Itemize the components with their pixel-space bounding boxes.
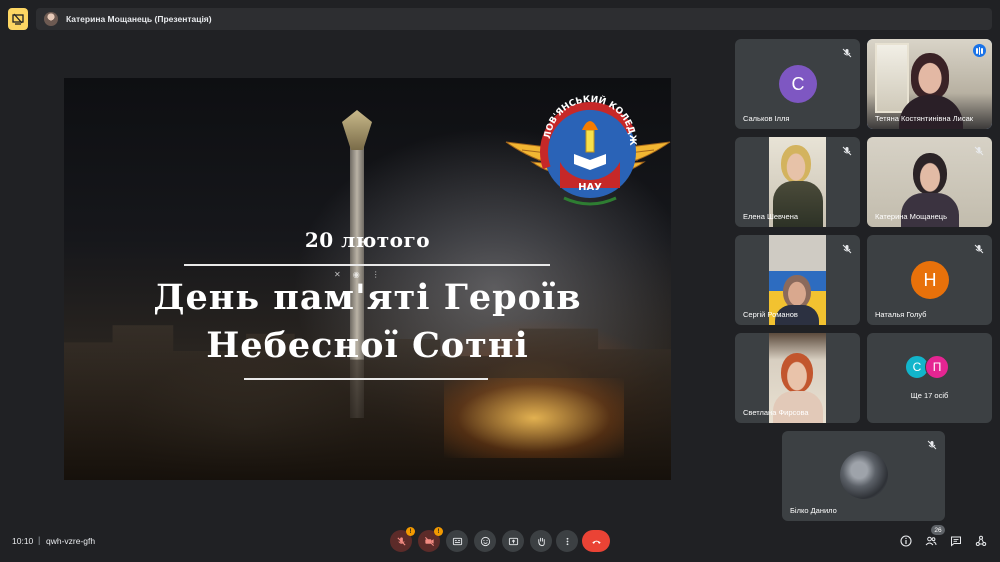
meeting-code: qwh-vzre-gfh [46, 536, 96, 546]
slide-divider-bottom [244, 378, 488, 380]
participant-face [911, 53, 949, 99]
mic-alert-badge: ! [406, 527, 415, 536]
mic-off-icon [842, 241, 854, 254]
presenter-bar[interactable]: Катерина Мощанець (Презентація) [36, 8, 992, 30]
college-logo: СЛОВ'ЯНСЬКИЙ КОЛЕДЖ НАУ [502, 90, 671, 206]
participant-name: Сальков Ілля [743, 114, 790, 123]
participant-avatar: Н [911, 261, 949, 299]
present-to-all-icon [508, 537, 518, 545]
participant-tile[interactable]: Н Наталья Голуб [867, 235, 992, 325]
participant-tile[interactable]: Сергій Романов [735, 235, 860, 325]
bottom-bar: 10:10 | qwh-vzre-gfh ! ! 26 [0, 525, 1000, 557]
activities-button[interactable] [973, 533, 989, 549]
separator: | [38, 535, 41, 545]
people-button[interactable] [923, 533, 939, 549]
info-icon [900, 535, 912, 547]
emoji-icon [480, 536, 490, 546]
presenter-label: Катерина Мощанець (Презентація) [66, 14, 212, 24]
participant-face [913, 153, 947, 195]
people-count-badge: 26 [931, 525, 945, 535]
more-vert-icon[interactable]: ⋮ [372, 270, 380, 279]
mic-off-icon [842, 143, 854, 156]
leave-call-button[interactable] [582, 530, 610, 552]
chat-icon [951, 536, 961, 547]
participant-name: Білко Данило [790, 506, 837, 515]
more-participants-tile[interactable]: С П Ще 17 осіб [867, 333, 992, 423]
participant-face [781, 353, 813, 393]
activities-icon [975, 535, 987, 546]
participant-body [901, 193, 959, 227]
participant-tile[interactable]: Катерина Мощанець [867, 137, 992, 227]
volume-icon[interactable]: ◉ [353, 270, 360, 279]
participant-name: Катерина Мощанець [875, 212, 948, 221]
participant-avatar: П [925, 355, 949, 379]
slide-title-line1: День пам'яті Героїв [153, 277, 582, 318]
presentation-slide: СЛОВ'ЯНСЬКИЙ КОЛЕДЖ НАУ 20 лютого День п… [64, 78, 671, 480]
slide-overlay-controls: ✕ ◉ ⋮ [334, 270, 380, 279]
chat-button[interactable] [948, 533, 964, 549]
top-bar: Катерина Мощанець (Презентація) [8, 8, 992, 30]
participant-name: Светлана Фирсова [743, 408, 809, 417]
slide-title: День пам'яті Героїв Небесної Сотні [64, 274, 671, 370]
window-background [875, 43, 909, 113]
mic-off-icon [974, 143, 986, 156]
fire-glow [444, 378, 624, 458]
participant-face [781, 145, 811, 183]
participant-tile[interactable]: С Сальков Ілля [735, 39, 860, 129]
mic-off-icon [842, 45, 854, 58]
participant-tile-speaking[interactable]: Тетяна Костянтинівна Лисак [867, 39, 992, 129]
more-options-button[interactable] [556, 530, 578, 552]
pin-icon[interactable]: ✕ [334, 270, 341, 279]
more-participants-label: Ще 17 осіб [910, 391, 949, 400]
participant-tile[interactable]: Светлана Фирсова [735, 333, 860, 423]
participant-face [783, 275, 811, 309]
reactions-button[interactable] [474, 530, 496, 552]
participant-name: Тетяна Костянтинівна Лисак [875, 114, 974, 123]
present-screen-button[interactable] [502, 530, 524, 552]
call-end-icon [591, 540, 601, 544]
meet-app: Катерина Мощанець (Презентація) СЛОВ'ЯНС… [0, 0, 1000, 562]
mic-toggle-button[interactable]: ! [390, 527, 415, 552]
slide-divider-top [184, 264, 550, 266]
camera-alert-badge: ! [434, 527, 443, 536]
clock-time: 10:10 [12, 536, 34, 546]
meeting-details-button[interactable] [898, 533, 914, 549]
participant-name: Сергій Романов [743, 310, 798, 319]
participant-name: Елена Шевчена [743, 212, 799, 221]
captions-button[interactable] [446, 530, 468, 552]
presentation-icon[interactable] [8, 8, 28, 30]
logo-bottom-text: НАУ [578, 182, 602, 193]
raise-hand-button[interactable] [530, 530, 552, 552]
people-icon [925, 536, 937, 546]
closed-caption-icon [452, 537, 462, 545]
slide-date: 20 лютого [304, 228, 431, 252]
participant-tile[interactable]: Елена Шевчена [735, 137, 860, 227]
participant-image [840, 451, 888, 499]
speaking-indicator-icon [973, 44, 986, 57]
participant-body [773, 391, 823, 423]
monument-statue [342, 110, 372, 150]
more-vert-icon [566, 537, 568, 545]
participant-avatar: С [779, 65, 817, 103]
slide-title-line2: Небесної Сотні [206, 325, 529, 366]
presenter-avatar [44, 12, 58, 26]
more-participants-avatars: С П [905, 355, 949, 379]
mic-off-icon [927, 437, 939, 450]
mic-off-icon [396, 536, 406, 546]
participant-tile[interactable]: Білко Данило [782, 431, 945, 521]
participant-name: Наталья Голуб [875, 310, 927, 319]
camera-off-icon [424, 536, 434, 546]
camera-toggle-button[interactable]: ! [418, 527, 443, 552]
hand-icon [537, 537, 545, 546]
mic-off-icon [974, 241, 986, 254]
